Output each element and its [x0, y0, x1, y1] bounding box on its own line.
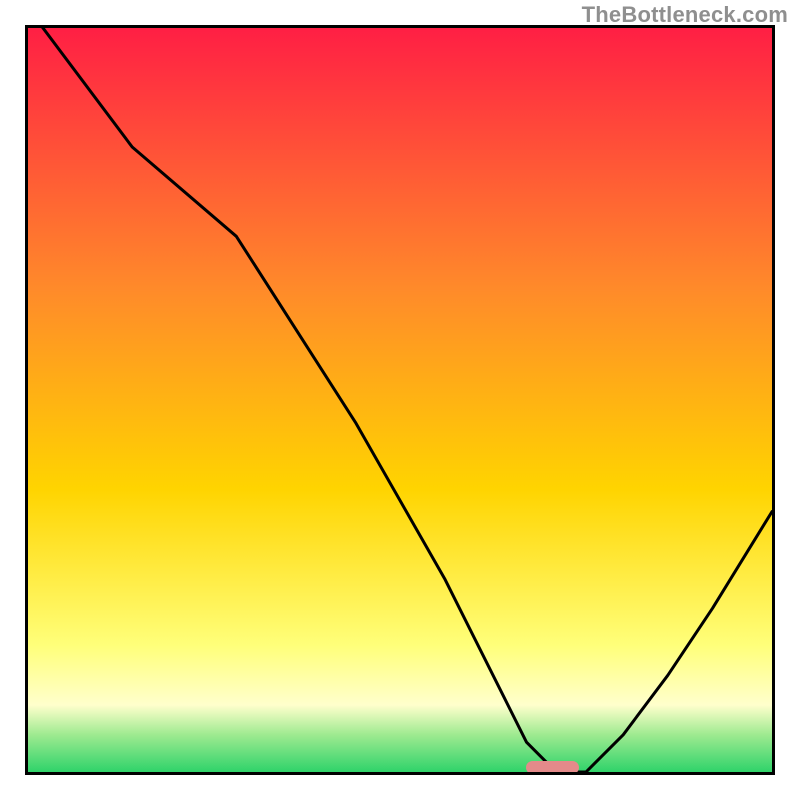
optimal-marker [526, 761, 578, 774]
chart-stage: TheBottleneck.com [0, 0, 800, 800]
curve-layer [28, 28, 772, 772]
bottleneck-curve [28, 28, 772, 772]
plot-frame [25, 25, 775, 775]
